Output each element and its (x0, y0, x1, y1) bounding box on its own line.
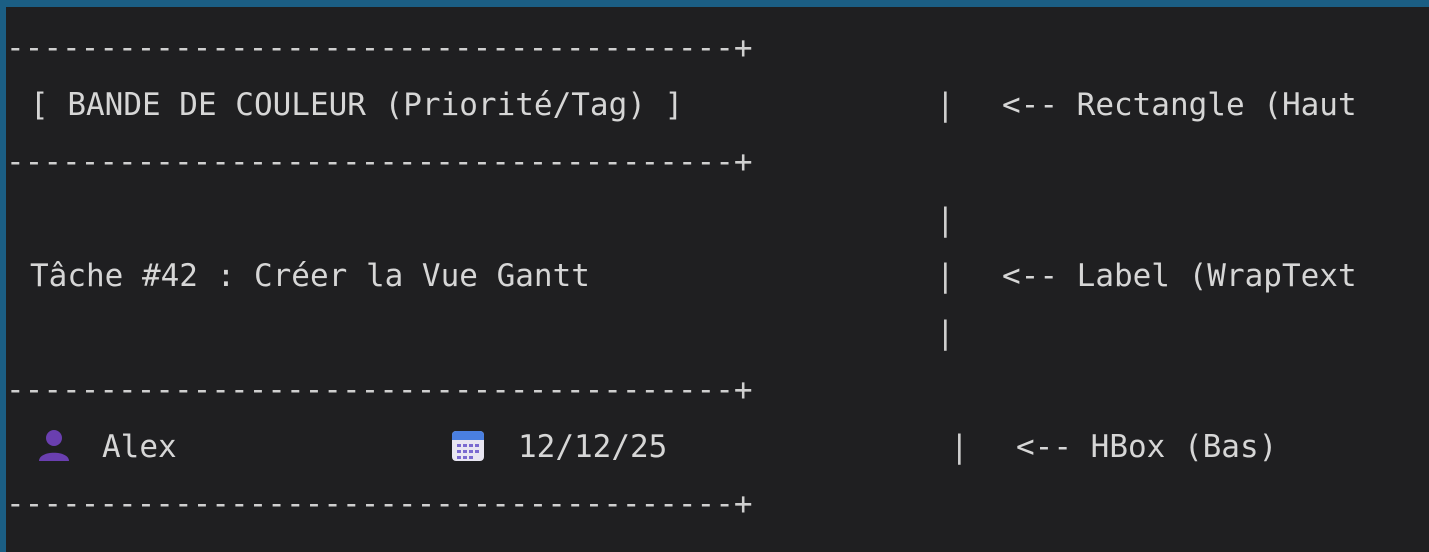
calendar-icon (448, 425, 488, 465)
separator-line-label: ---------------------------------------+ (6, 372, 753, 408)
user-icon (34, 425, 74, 465)
header-annotation: <-- Rectangle (Haut (1002, 87, 1357, 123)
separator-line-bottom: ---------------------------------------+ (6, 486, 753, 522)
label-pipe-top: | (936, 202, 955, 238)
due-date: 12/12/25 (518, 429, 668, 465)
header-pipe: | (936, 87, 955, 123)
footer-pipe: | (950, 429, 969, 465)
task-label: Tâche #42 : Créer la Vue Gantt (30, 258, 590, 294)
label-pipe: | (936, 258, 955, 294)
separator-line-header: ---------------------------------------+ (6, 144, 753, 180)
footer-annotation: <-- HBox (Bas) (1016, 429, 1278, 465)
assignee-name: Alex (102, 429, 177, 465)
label-annotation: <-- Label (WrapText (1002, 258, 1357, 294)
terminal-window: ---------------------------------------+… (6, 7, 1429, 552)
label-pipe-bottom: | (936, 315, 955, 351)
header-content: [ BANDE DE COULEUR (Priorité/Tag) ] (30, 87, 684, 123)
separator-line-top: ---------------------------------------+ (6, 30, 753, 66)
